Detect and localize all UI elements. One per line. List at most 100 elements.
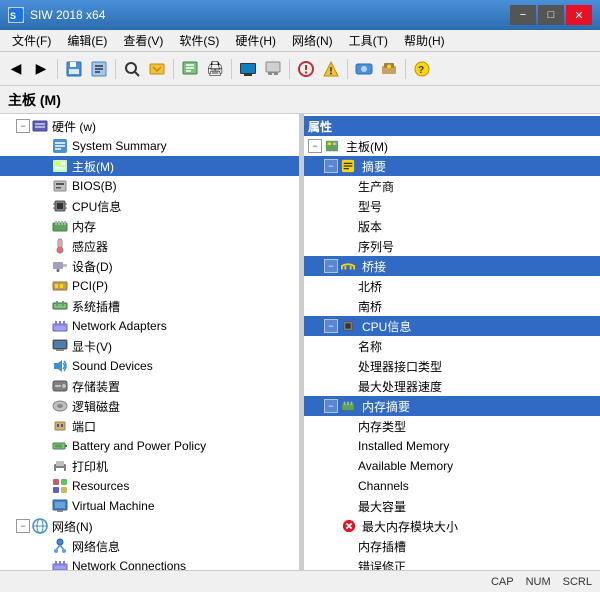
prop-channels: Channels: [304, 476, 600, 496]
toolbar-btn-15[interactable]: ?: [410, 57, 434, 81]
menu-item-2[interactable]: 查看(V): [115, 30, 171, 51]
prop-expand-mainboard[interactable]: −: [308, 139, 322, 153]
window-title: SIW 2018 x64: [30, 8, 105, 22]
tree-item-bios[interactable]: BIOS(B): [0, 176, 299, 196]
sound-icon: [52, 358, 68, 374]
tree-item-resources[interactable]: Resources: [0, 476, 299, 496]
network-connections-label: Network Connections: [72, 559, 186, 570]
prop-error-correction-label: 错误修正: [356, 558, 406, 571]
prop-max-capacity: 最大容量: [304, 496, 600, 516]
toolbar-btn-12[interactable]: [319, 57, 343, 81]
tree-item-storage[interactable]: 存储装置: [0, 376, 299, 396]
toolbar-btn-2[interactable]: ▶: [29, 57, 53, 81]
system-summary-icon: [52, 138, 68, 154]
tree-item-network-connections[interactable]: Network Connections: [0, 556, 299, 570]
tree-item-mainboard[interactable]: 主板(M): [0, 156, 299, 176]
prop-group-memory[interactable]: − 内存摘要: [304, 396, 600, 416]
network-info-label: 网络信息: [72, 538, 120, 555]
maximize-button[interactable]: □: [538, 5, 564, 25]
prop-available-mem-label: Available Memory: [356, 459, 453, 473]
prop-south-bridge: 南桥: [304, 296, 600, 316]
expand-summary[interactable]: −: [324, 159, 338, 173]
properties-title: 属性: [308, 118, 332, 135]
toolbar-btn-7[interactable]: [178, 57, 202, 81]
tree-item-network-info[interactable]: 网络信息: [0, 536, 299, 556]
memory-icon: [52, 218, 68, 234]
content-header: 主板 (M): [0, 86, 600, 114]
toolbar-sep-4: [231, 59, 232, 79]
expand-memory[interactable]: −: [324, 399, 338, 413]
prop-mem-type-label: 内存类型: [356, 418, 406, 435]
tree-item-memory[interactable]: 内存: [0, 216, 299, 236]
prop-group-cpu[interactable]: − CPU信息: [304, 316, 600, 336]
expand-cpu[interactable]: −: [324, 319, 338, 333]
sensors-label: 感应器: [72, 238, 108, 255]
menu-item-6[interactable]: 工具(T): [341, 30, 396, 51]
toolbar-btn-13[interactable]: [352, 57, 376, 81]
tree-group-hardware[interactable]: − 硬件 (w): [0, 116, 299, 136]
menu-item-7[interactable]: 帮助(H): [396, 30, 453, 51]
resources-icon: [52, 478, 68, 494]
expand-network[interactable]: −: [16, 519, 30, 533]
tree-item-battery[interactable]: Battery and Power Policy: [0, 436, 299, 456]
tree-item-printer[interactable]: 打印机: [0, 456, 299, 476]
app-icon: S: [8, 7, 24, 23]
tree-item-logical-disks[interactable]: 逻辑磁盘: [0, 396, 299, 416]
tree-item-sensors[interactable]: 感应器: [0, 236, 299, 256]
cpu-label: CPU信息: [72, 198, 121, 215]
menu-item-1[interactable]: 编辑(E): [59, 30, 115, 51]
prop-mainboard-icon: [324, 138, 340, 154]
tree-item-display[interactable]: 显卡(V): [0, 336, 299, 356]
properties-header: 属性: [304, 116, 600, 136]
status-cap: CAP: [491, 576, 514, 588]
toolbar-btn-1[interactable]: ◀: [4, 57, 28, 81]
tree-item-system-summary[interactable]: System Summary: [0, 136, 299, 156]
title-bar-left: S SIW 2018 x64: [8, 7, 105, 23]
toolbar-btn-8[interactable]: 🖨: [203, 57, 227, 81]
prop-memory-label: 内存摘要: [360, 398, 410, 415]
toolbar-btn-14[interactable]: [377, 57, 401, 81]
memory-label: 内存: [72, 218, 96, 235]
tree-item-network-adapters[interactable]: Network Adapters: [0, 316, 299, 336]
tree-item-sound[interactable]: Sound Devices: [0, 356, 299, 376]
tree-group-network[interactable]: − 网络(N): [0, 516, 299, 536]
prop-cpu-max-speed: 最大处理器速度: [304, 376, 600, 396]
prop-cpu-name: 名称: [304, 336, 600, 356]
menu-item-0[interactable]: 文件(F): [4, 30, 59, 51]
network-adapters-icon: [52, 318, 68, 334]
toolbar-btn-3[interactable]: [62, 57, 86, 81]
expand-hardware[interactable]: −: [16, 119, 30, 133]
minimize-button[interactable]: −: [510, 5, 536, 25]
close-button[interactable]: ✕: [566, 5, 592, 25]
prop-group-summary[interactable]: − 摘要: [304, 156, 600, 176]
prop-max-module-error-icon: [342, 518, 358, 534]
prop-error-correction: 错误修正: [304, 556, 600, 570]
toolbar-btn-9[interactable]: [236, 57, 260, 81]
toolbar-btn-10[interactable]: [261, 57, 285, 81]
window-controls[interactable]: − □ ✕: [510, 5, 592, 25]
pci-label: PCI(P): [72, 279, 108, 293]
tree-item-cpu[interactable]: CPU信息: [0, 196, 299, 216]
prop-mainboard-root[interactable]: − 主板(M): [304, 136, 600, 156]
menu-item-5[interactable]: 网络(N): [284, 30, 341, 51]
prop-summary-label: 摘要: [360, 158, 386, 175]
tree-item-pci[interactable]: PCI(P): [0, 276, 299, 296]
prop-model: 型号: [304, 196, 600, 216]
tree-item-ports[interactable]: 端口: [0, 416, 299, 436]
expand-bridge[interactable]: −: [324, 259, 338, 273]
display-icon: [52, 338, 68, 354]
tree-item-devices[interactable]: 设备(D): [0, 256, 299, 276]
prop-max-module-label: 最大内存模块大小: [360, 518, 458, 535]
tree-item-system-slots[interactable]: 系统插槽: [0, 296, 299, 316]
prop-group-bridge[interactable]: − 桥接: [304, 256, 600, 276]
toolbar-btn-6[interactable]: [145, 57, 169, 81]
tree-item-virtual-machine[interactable]: Virtual Machine: [0, 496, 299, 516]
page-title: 主板 (M): [8, 90, 61, 110]
system-summary-label: System Summary: [72, 139, 167, 153]
menu-item-4[interactable]: 硬件(H): [227, 30, 284, 51]
toolbar-btn-4[interactable]: [87, 57, 111, 81]
menu-item-3[interactable]: 软件(S): [171, 30, 227, 51]
toolbar-btn-11[interactable]: [294, 57, 318, 81]
toolbar-btn-5[interactable]: [120, 57, 144, 81]
pci-icon: [52, 278, 68, 294]
